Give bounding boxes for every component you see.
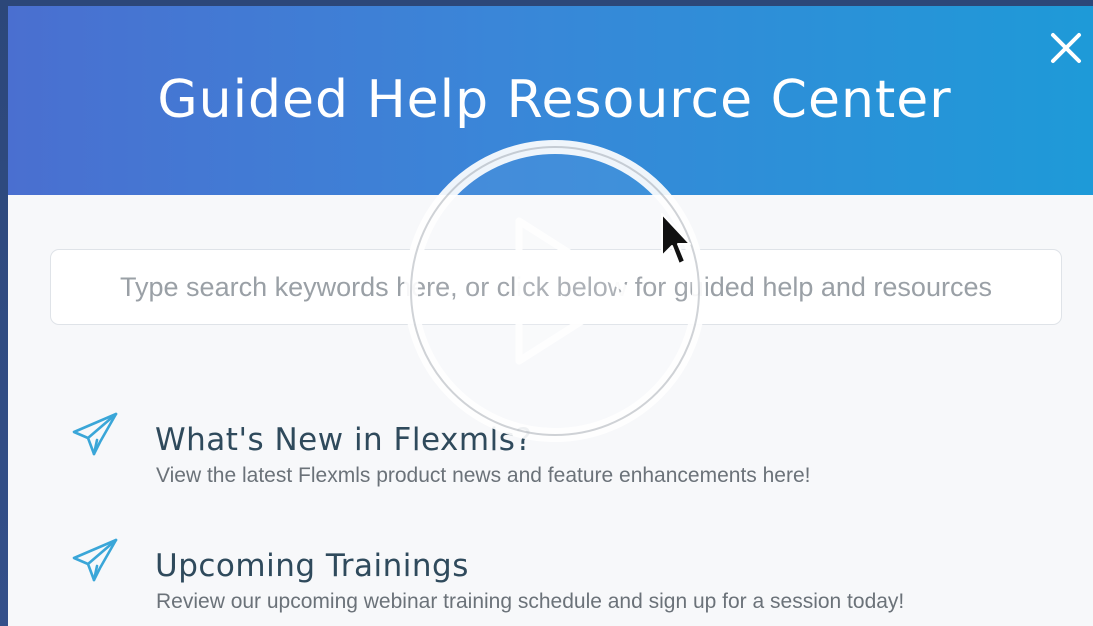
resource-item-upcoming-trainings[interactable]: Upcoming Trainings Review our upcoming w… bbox=[70, 534, 970, 614]
resource-description: Review our upcoming webinar training sch… bbox=[156, 590, 905, 613]
close-icon bbox=[1051, 33, 1081, 63]
paper-plane-icon bbox=[72, 538, 118, 582]
resource-title: Upcoming Trainings bbox=[155, 548, 469, 584]
paper-plane-icon bbox=[72, 412, 118, 456]
mouse-pointer-icon bbox=[660, 212, 692, 272]
play-icon bbox=[404, 140, 706, 442]
video-play-button[interactable] bbox=[397, 133, 713, 449]
dialog-title: Guided Help Resource Center bbox=[157, 70, 952, 130]
resource-description: View the latest Flexmls product news and… bbox=[156, 464, 811, 487]
close-button[interactable] bbox=[1044, 26, 1088, 70]
